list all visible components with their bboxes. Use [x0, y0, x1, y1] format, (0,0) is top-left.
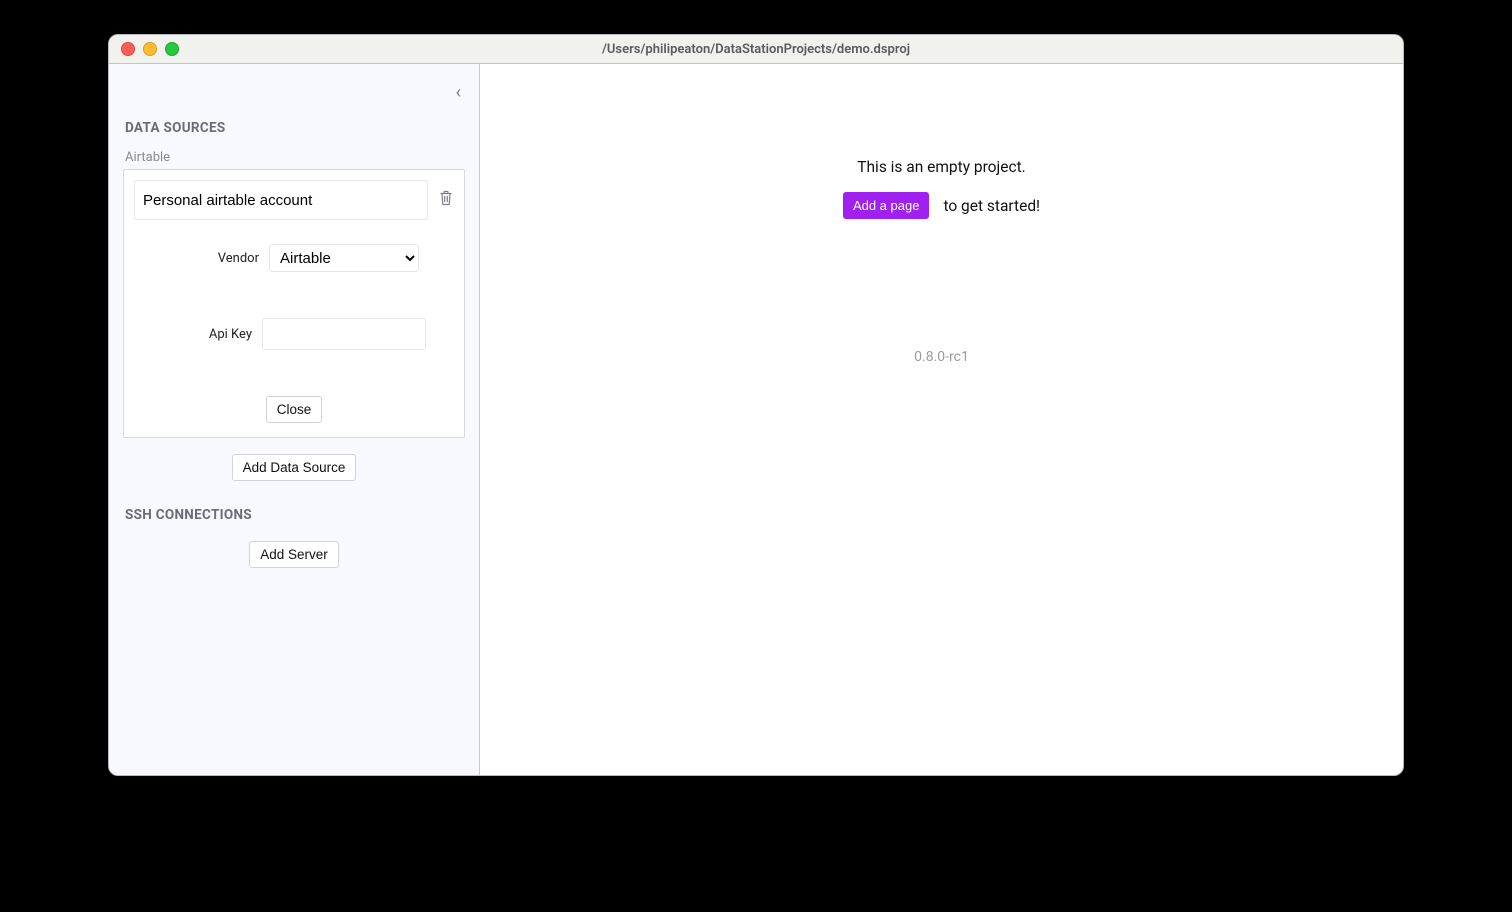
data-sources-heading: DATA SOURCES: [125, 120, 465, 136]
minimize-window-button[interactable]: [143, 42, 157, 56]
trash-icon: [439, 190, 453, 210]
empty-project-cta: Add a page to get started!: [843, 192, 1040, 219]
window-controls: [109, 42, 179, 56]
version-label: 0.8.0-rc1: [914, 349, 969, 365]
empty-project-message: This is an empty project.: [857, 158, 1025, 176]
data-source-name-input[interactable]: [134, 180, 428, 220]
delete-data-source-button[interactable]: [438, 191, 454, 209]
window-title: /Users/philipeaton/DataStationProjects/d…: [109, 42, 1403, 57]
vendor-select[interactable]: Airtable: [269, 244, 419, 272]
add-page-button[interactable]: Add a page: [843, 192, 930, 219]
chevron-left-icon: ‹: [456, 82, 461, 103]
api-key-label: Api Key: [162, 327, 252, 342]
vendor-label: Vendor: [169, 251, 259, 266]
main-content: This is an empty project. Add a page to …: [480, 64, 1403, 775]
zoom-window-button[interactable]: [165, 42, 179, 56]
close-window-button[interactable]: [121, 42, 135, 56]
data-source-card: Vendor Airtable Api Key Close: [123, 169, 465, 438]
sidebar: ‹ DATA SOURCES Airtable: [109, 64, 480, 775]
cta-suffix-text: to get started!: [943, 197, 1040, 215]
collapse-sidebar-button[interactable]: ‹: [452, 80, 465, 106]
titlebar: /Users/philipeaton/DataStationProjects/d…: [109, 35, 1403, 64]
add-data-source-button[interactable]: Add Data Source: [232, 454, 357, 481]
ssh-connections-heading: SSH CONNECTIONS: [125, 507, 465, 523]
data-source-type-label: Airtable: [125, 150, 465, 165]
close-card-button[interactable]: Close: [266, 396, 323, 423]
app-window: /Users/philipeaton/DataStationProjects/d…: [108, 34, 1404, 776]
add-server-button[interactable]: Add Server: [249, 541, 339, 568]
api-key-input[interactable]: [262, 318, 426, 350]
